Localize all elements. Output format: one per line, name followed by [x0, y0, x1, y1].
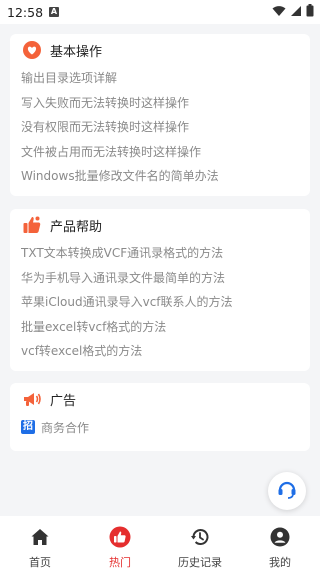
product-help-title: 产品帮助 [50, 219, 103, 235]
nav-home-label: 首页 [29, 556, 51, 569]
bottom-nav: 首页 热门 历史记录 我的 [0, 516, 320, 573]
business-cooperation-link[interactable]: 招 商务合作 [10, 415, 310, 439]
battery-icon [306, 4, 314, 20]
help-item-icloud-import[interactable]: 苹果iCloud通讯录导入vcf联系人的方法 [21, 290, 310, 315]
thumbs-up-icon [109, 526, 131, 548]
megaphone-icon [22, 389, 42, 409]
headset-icon [276, 478, 298, 504]
ad-header: 广告 [10, 383, 310, 415]
nav-hot[interactable]: 热门 [80, 516, 160, 573]
heart-badge-icon [22, 40, 42, 60]
nav-profile-label: 我的 [269, 556, 291, 569]
nav-history[interactable]: 历史记录 [160, 516, 240, 573]
ad-title: 广告 [50, 393, 77, 409]
customer-support-button[interactable] [268, 472, 306, 510]
basic-operations-header: 基本操作 [10, 34, 310, 66]
help-item-vcf-to-excel[interactable]: vcf转excel格式的方法 [21, 339, 310, 364]
basic-item-batch-rename[interactable]: Windows批量修改文件名的简单办法 [21, 164, 310, 189]
basic-operations-list: 输出目录选项详解 写入失败而无法转换时这样操作 没有权限而无法转换时这样操作 文… [10, 66, 310, 189]
status-indicators [272, 4, 314, 20]
help-item-txt-to-vcf[interactable]: TXT文本转换成VCF通讯录格式的方法 [21, 241, 310, 266]
product-help-list: TXT文本转换成VCF通讯录格式的方法 华为手机导入通讯录文件最简单的方法 苹果… [10, 241, 310, 364]
thumbs-up-icon [22, 215, 42, 235]
basic-item-file-in-use[interactable]: 文件被占用而无法转换时这样操作 [21, 140, 310, 165]
nav-profile[interactable]: 我的 [240, 516, 320, 573]
status-time: 12:58 [7, 4, 44, 20]
basic-item-no-permission[interactable]: 没有权限而无法转换时这样操作 [21, 115, 310, 140]
basic-operations-title: 基本操作 [50, 44, 103, 60]
nav-hot-label: 热门 [109, 556, 131, 569]
home-icon [29, 526, 51, 548]
product-help-card: 产品帮助 TXT文本转换成VCF通讯录格式的方法 华为手机导入通讯录文件最简单的… [10, 209, 310, 371]
basic-operations-card: 基本操作 输出目录选项详解 写入失败而无法转换时这样操作 没有权限而无法转换时这… [10, 34, 310, 196]
profile-icon [269, 526, 291, 548]
help-item-excel-to-vcf[interactable]: 批量excel转vcf格式的方法 [21, 315, 310, 340]
status-bar: 12:58 A [0, 0, 320, 24]
basic-item-output-dir[interactable]: 输出目录选项详解 [21, 66, 310, 91]
ad-card: 广告 招 商务合作 [10, 383, 310, 451]
signal-icon [290, 5, 302, 20]
nav-home[interactable]: 首页 [0, 516, 80, 573]
notification-icon: A [49, 7, 60, 17]
help-item-huawei-import[interactable]: 华为手机导入通讯录文件最简单的方法 [21, 266, 310, 291]
history-icon [189, 526, 211, 548]
nav-history-label: 历史记录 [178, 556, 222, 569]
business-cooperation-label: 商务合作 [41, 420, 90, 435]
recruit-badge-icon: 招 [21, 420, 35, 434]
wifi-icon [272, 5, 286, 20]
basic-item-write-failure[interactable]: 写入失败而无法转换时这样操作 [21, 91, 310, 116]
product-help-header: 产品帮助 [10, 209, 310, 241]
